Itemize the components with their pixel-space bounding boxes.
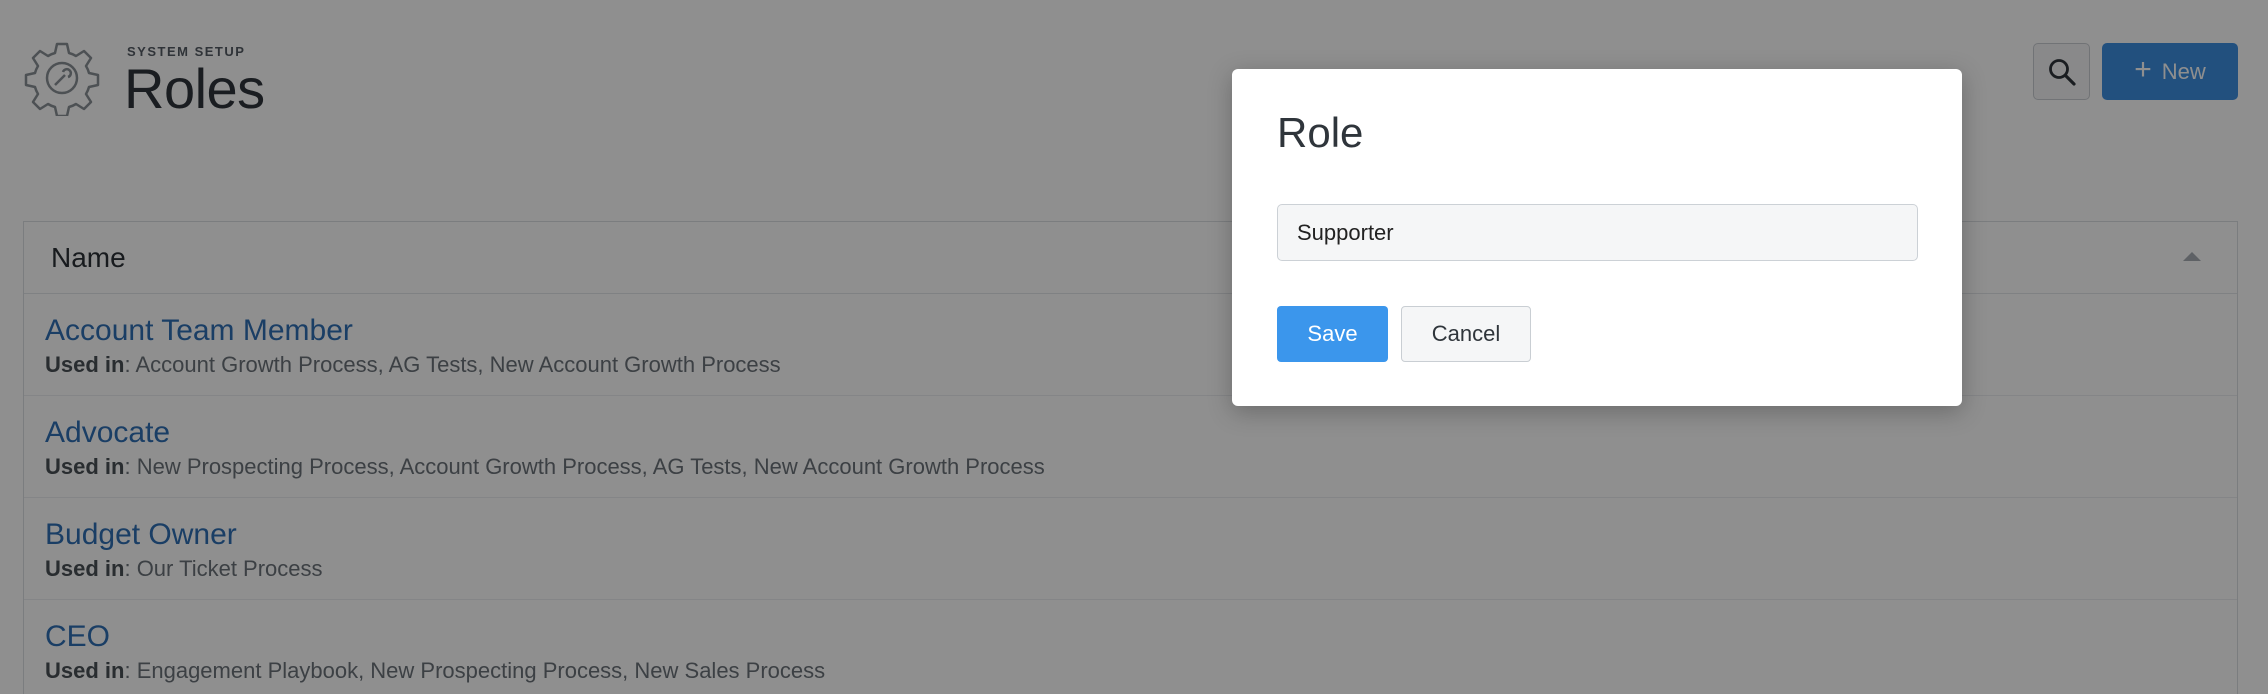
page: SYSTEM SETUP Roles + New Name Account Te… — [0, 0, 2268, 694]
role-name-input[interactable] — [1277, 204, 1918, 261]
dialog-title: Role — [1277, 109, 1364, 156]
role-dialog: Role Save Cancel — [1232, 69, 1962, 406]
save-button[interactable]: Save — [1277, 306, 1388, 362]
cancel-button[interactable]: Cancel — [1401, 306, 1531, 362]
